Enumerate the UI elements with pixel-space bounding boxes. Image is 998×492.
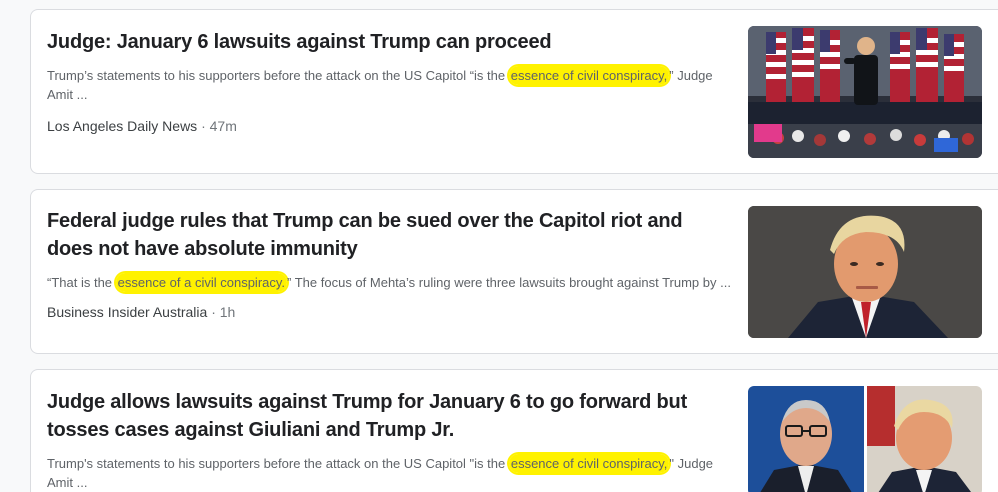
snippet-highlight: essence of civil conspiracy, — [508, 66, 670, 85]
news-card-text: Federal judge rules that Trump can be su… — [47, 207, 731, 321]
snippet: “That is the essence of a civil conspira… — [47, 273, 731, 292]
thumbnail-image[interactable] — [748, 206, 982, 338]
thumbnail-image[interactable] — [748, 26, 982, 158]
source-line: Los Angeles Daily News · 47m — [47, 117, 731, 135]
portrait-photo — [748, 206, 982, 338]
snippet-text: Trump's statements to his supporters bef… — [47, 456, 509, 471]
rally-photo — [748, 26, 982, 158]
headline-link[interactable]: Judge: January 6 lawsuits against Trump … — [47, 28, 731, 56]
timestamp: 47m — [209, 118, 237, 134]
snippet-highlight: essence of a civil conspiracy. — [115, 273, 288, 292]
news-card-text: Judge allows lawsuits against Trump for … — [47, 388, 731, 492]
snippet-text: Trump’s statements to his supporters bef… — [47, 68, 509, 83]
split-portrait-photo — [748, 386, 982, 492]
headline-link[interactable]: Federal judge rules that Trump can be su… — [47, 207, 731, 263]
news-card-text: Judge: January 6 lawsuits against Trump … — [47, 28, 731, 135]
news-card[interactable]: Federal judge rules that Trump can be su… — [30, 189, 998, 354]
timestamp: 1h — [219, 304, 236, 320]
separator: · — [207, 304, 220, 320]
source-name[interactable]: Los Angeles Daily News — [47, 118, 197, 134]
snippet-text: ” The focus of Mehta’s ruling were three… — [287, 275, 731, 290]
snippet: Trump's statements to his supporters bef… — [47, 454, 731, 492]
source-name[interactable]: Business Insider Australia — [47, 304, 207, 320]
snippet-highlight: essence of civil conspiracy, — [508, 454, 670, 473]
snippet-text: “That is the — [47, 275, 116, 290]
separator: · — [197, 118, 210, 134]
news-card[interactable]: Judge: January 6 lawsuits against Trump … — [30, 9, 998, 174]
snippet: Trump’s statements to his supporters bef… — [47, 66, 731, 104]
source-line: Business Insider Australia · 1h — [47, 303, 731, 321]
headline-link[interactable]: Judge allows lawsuits against Trump for … — [47, 388, 731, 444]
news-feed: Judge: January 6 lawsuits against Trump … — [0, 0, 998, 492]
thumbnail-image[interactable] — [748, 386, 982, 492]
news-card[interactable]: Judge allows lawsuits against Trump for … — [30, 369, 998, 492]
